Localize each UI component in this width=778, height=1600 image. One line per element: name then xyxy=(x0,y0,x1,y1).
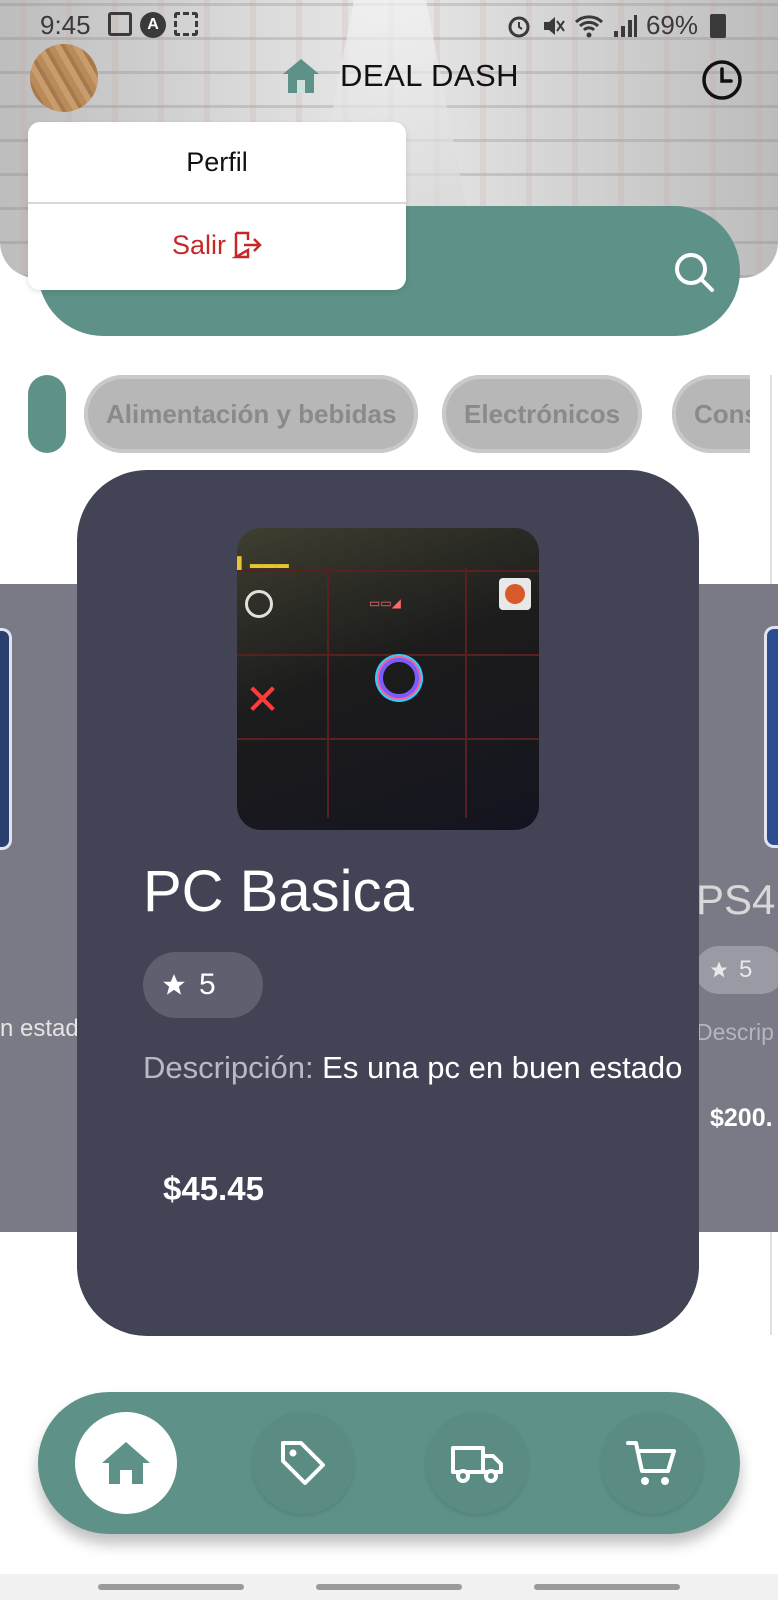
product-image: ▌ ▬▬▬ ▭▭◢ ✕ xyxy=(237,528,539,830)
search-icon[interactable] xyxy=(672,250,716,294)
status-bar: 9:45 A 69% xyxy=(0,0,778,50)
status-time: 9:45 xyxy=(40,10,91,40)
gallery-notification-icon xyxy=(108,12,132,36)
cart-icon xyxy=(626,1441,676,1485)
mute-icon xyxy=(543,16,565,35)
app-notification-icon: A xyxy=(140,12,166,38)
next-product-price: $200. xyxy=(710,1104,773,1132)
logout-label: Salir xyxy=(171,229,226,260)
display-feature-icon xyxy=(245,590,273,618)
menu-item-logout[interactable]: Salir xyxy=(28,204,406,286)
next-product-description: Descrip xyxy=(696,1019,774,1045)
nav-delivery[interactable] xyxy=(426,1412,528,1514)
star-icon xyxy=(710,961,728,978)
truck-icon xyxy=(451,1446,503,1483)
rating-badge: 5 xyxy=(143,952,263,1018)
alarm-icon xyxy=(508,16,530,37)
app-screen: 9:45 A 69% DEAL DASH Perfil Salir Alimen… xyxy=(0,0,778,1600)
home-icon xyxy=(102,1442,150,1484)
star-icon xyxy=(163,974,185,995)
avatar[interactable] xyxy=(30,44,98,112)
rgb-ring xyxy=(379,658,419,698)
category-chip[interactable]: Alimentación y bebidas xyxy=(84,375,419,453)
rating-value: 5 xyxy=(199,968,216,1001)
nav-offers[interactable] xyxy=(252,1412,354,1514)
fan-feature-icon xyxy=(499,578,531,610)
tag-icon xyxy=(281,1441,325,1485)
next-product-image[interactable] xyxy=(764,626,778,848)
nav-cart[interactable] xyxy=(601,1412,703,1514)
next-product-name: PS4 xyxy=(696,876,776,923)
category-chip-active[interactable] xyxy=(28,375,66,453)
refresh-rate-graphic: ▭▭◢ xyxy=(369,596,401,610)
category-chip[interactable]: Cons xyxy=(672,375,750,453)
product-card[interactable]: ▌ ▬▬▬ ▭▭◢ ✕ PC Basica 5 Descripción: Es … xyxy=(77,470,699,1336)
product-name: PC Basica xyxy=(143,859,414,924)
system-nav-back[interactable] xyxy=(534,1584,680,1590)
signal-icon xyxy=(613,14,637,37)
product-price: $45.45 xyxy=(163,1170,264,1207)
sound-logo: ✕ xyxy=(245,676,281,723)
logout-icon xyxy=(232,231,262,259)
profile-dropdown-menu: Perfil Salir xyxy=(28,122,406,290)
brand: DEAL DASH xyxy=(280,56,519,96)
battery-icon xyxy=(710,13,726,38)
wifi-icon xyxy=(574,14,603,37)
nav-home[interactable] xyxy=(75,1412,177,1514)
image-notification-icon xyxy=(174,12,198,36)
system-nav-recents[interactable] xyxy=(98,1584,244,1590)
app-title: DEAL DASH xyxy=(340,58,520,93)
history-icon[interactable] xyxy=(700,58,744,102)
next-product-rating: 5 xyxy=(695,946,778,994)
description-text: Es una pc en buen estado xyxy=(313,1050,683,1085)
system-nav-home[interactable] xyxy=(316,1584,462,1590)
image-decoration: ▌ ▬▬▬ xyxy=(237,556,289,571)
product-description: Descripción: Es una pc en buen estado xyxy=(143,1050,682,1086)
prev-product-image[interactable] xyxy=(0,628,12,850)
category-chips: Alimentación y bebidas Electrónicos Cons xyxy=(28,375,750,453)
description-label: Descripción: xyxy=(143,1050,314,1085)
home-logo-icon xyxy=(283,59,319,93)
menu-item-profile[interactable]: Perfil xyxy=(28,122,406,204)
battery-percent: 69% xyxy=(645,10,698,40)
profile-label: Perfil xyxy=(186,146,248,177)
category-chip[interactable]: Electrónicos xyxy=(442,375,643,453)
